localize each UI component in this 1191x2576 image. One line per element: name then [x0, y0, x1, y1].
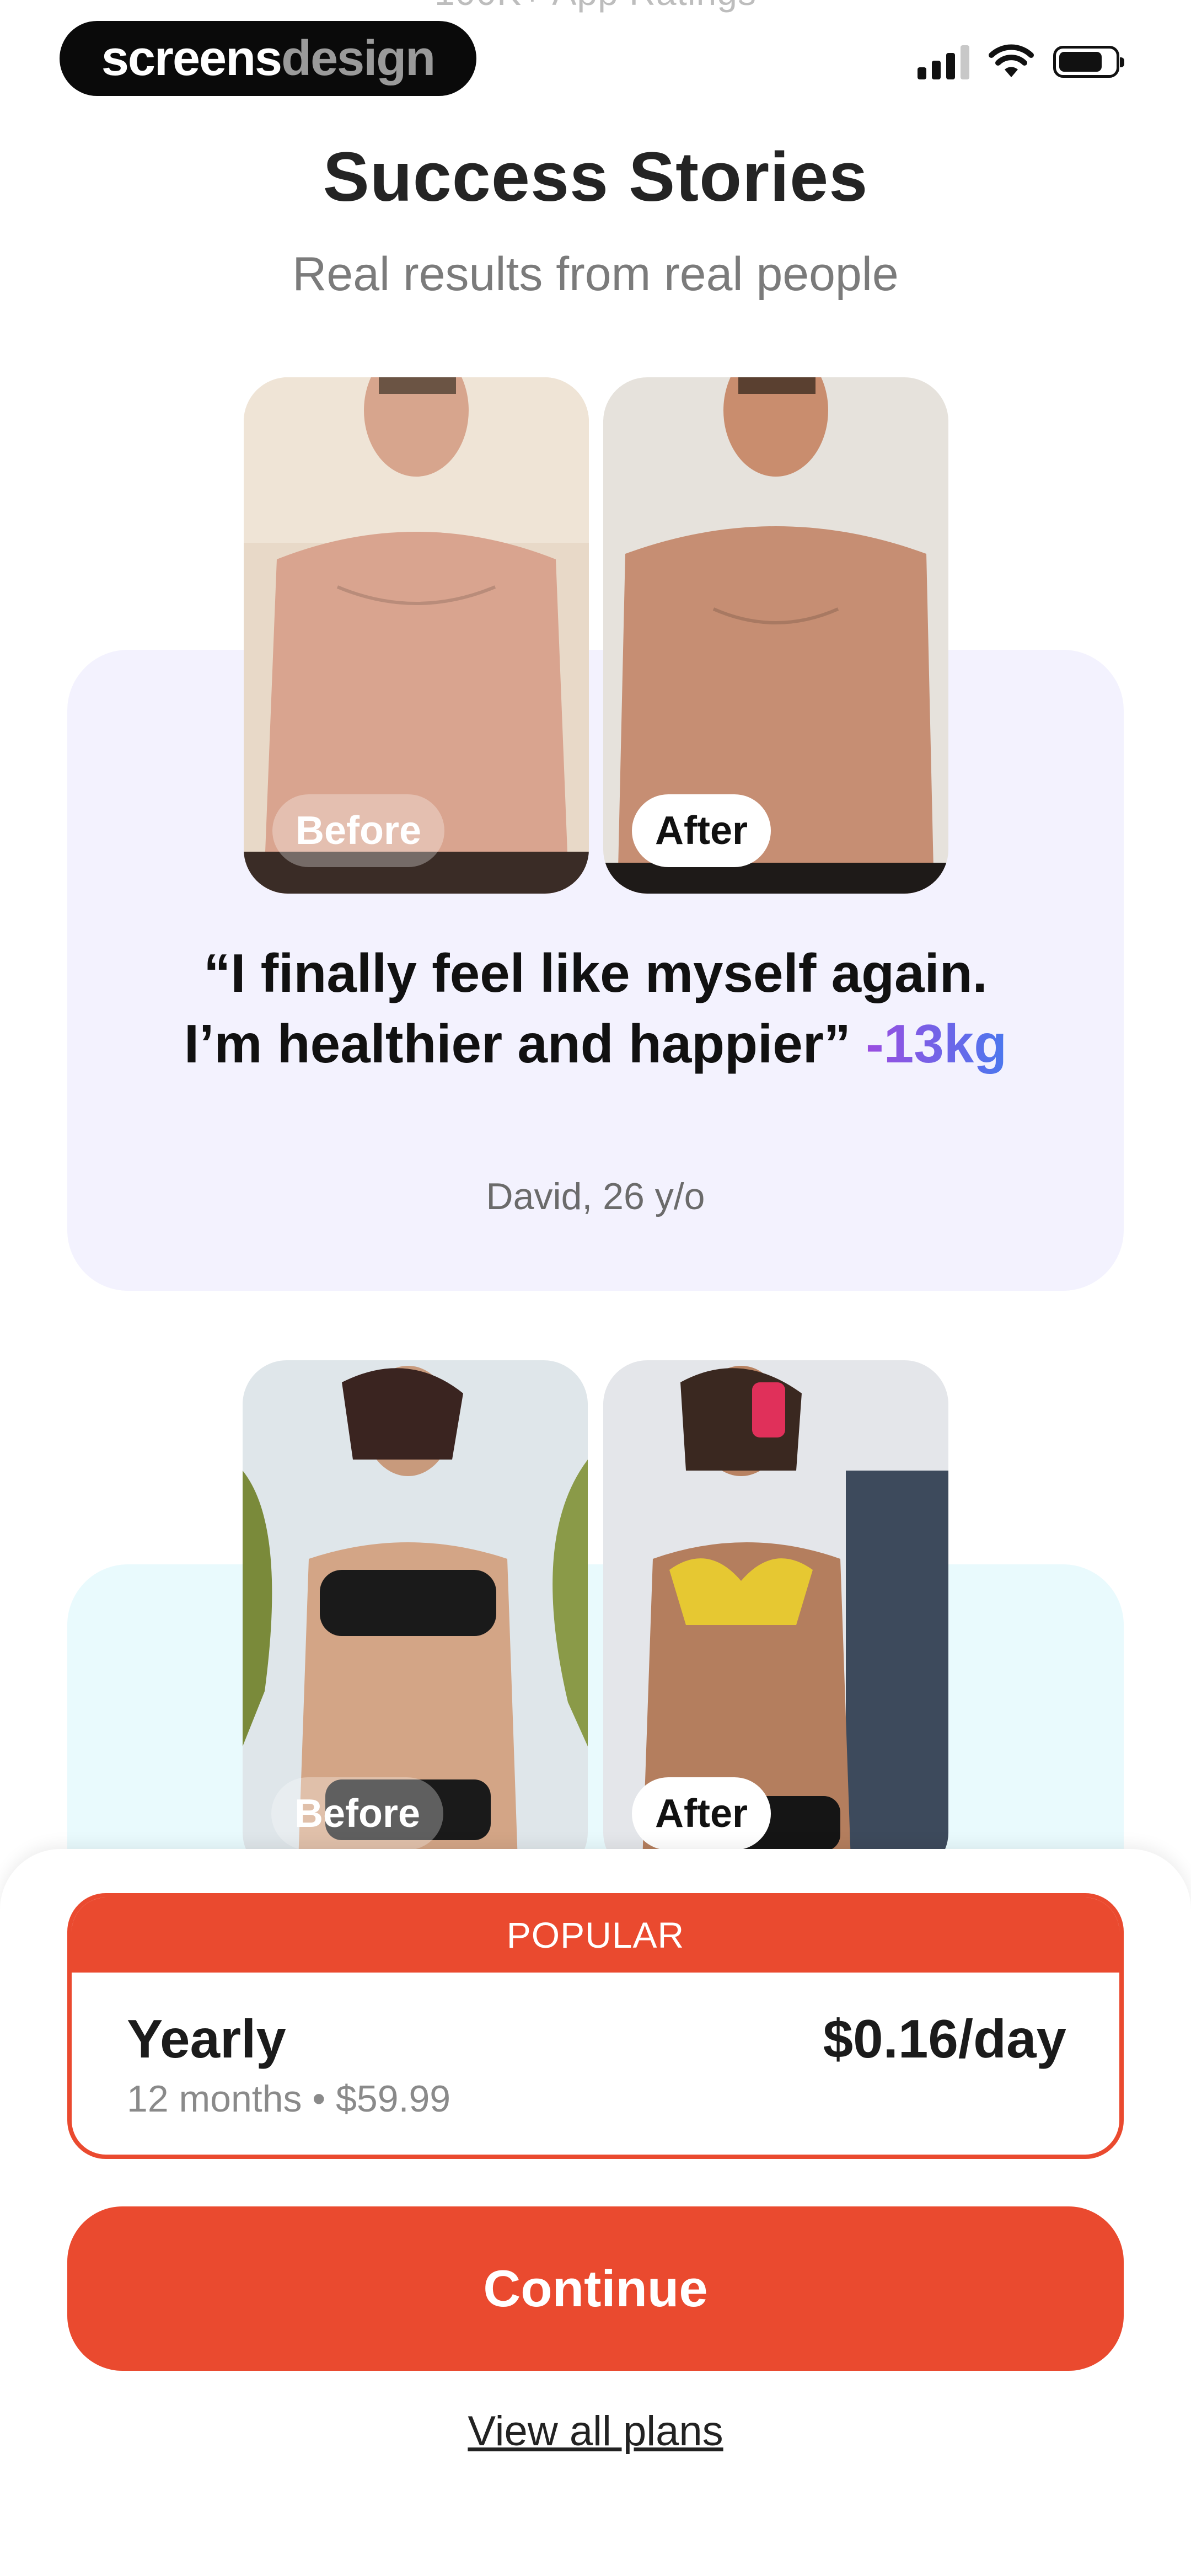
plan-card-yearly[interactable]: POPULAR Yearly 12 months • $59.99 $0.16/… [67, 1893, 1124, 2159]
battery-icon [1053, 46, 1124, 78]
testimonial-quote: “I finally feel like myself again. I’m h… [182, 938, 1009, 1079]
logo-part2: design [281, 30, 436, 86]
status-bar [918, 44, 1124, 79]
plan-name: Yearly [127, 2008, 286, 2069]
page-title: Success Stories [323, 138, 868, 216]
after-photo-2: After [603, 1360, 948, 1877]
view-all-plans-link[interactable]: View all plans [0, 2407, 1191, 2455]
popular-badge: POPULAR [72, 1898, 1119, 1973]
plan-price: $0.16/day [823, 2008, 1066, 2069]
before-photo-2: Before [243, 1360, 588, 1877]
cellular-signal-icon [918, 44, 969, 79]
peek-text: 100K+ App Ratings [0, 0, 1191, 13]
before-photo-1: Before [244, 377, 589, 894]
testimonial-author: David, 26 y/o [486, 1175, 705, 1217]
before-tag: Before [271, 1777, 444, 1850]
continue-button[interactable]: Continue [67, 2206, 1124, 2371]
weight-loss-highlight: -13kg [866, 1013, 1007, 1074]
after-tag: After [632, 794, 771, 867]
screensdesign-logo: screens design [60, 21, 476, 96]
after-photo-1: After [603, 377, 948, 894]
plan-detail: 12 months • $59.99 [127, 2078, 451, 2120]
wifi-icon [989, 44, 1034, 77]
logo-part1: screens [101, 30, 282, 86]
page-subtitle: Real results from real people [292, 248, 899, 301]
before-tag: Before [272, 794, 445, 867]
after-tag: After [632, 1777, 771, 1850]
